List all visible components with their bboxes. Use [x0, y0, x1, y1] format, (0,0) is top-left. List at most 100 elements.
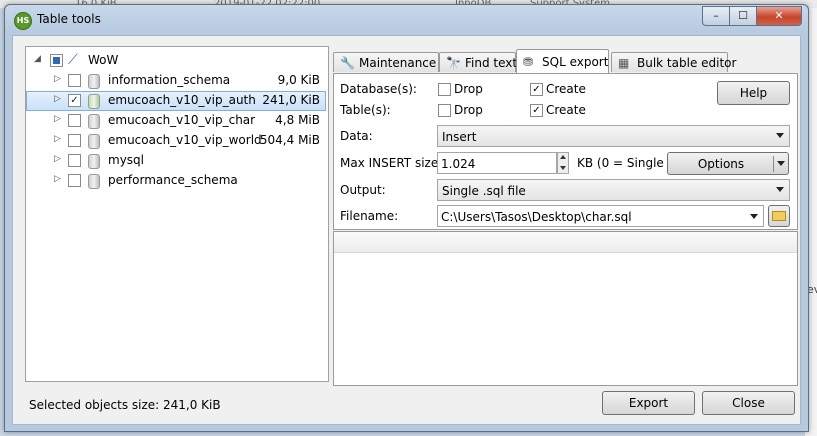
tree-item-label: emucoach_v10_vip_char [108, 113, 256, 127]
tree-root-wow[interactable]: ◢ ⟋ WoW [26, 51, 326, 71]
table-create-label[interactable]: Create [546, 103, 586, 117]
database-icon [88, 154, 100, 169]
close-button[interactable]: Close [702, 391, 795, 415]
tree-item-label: information_schema [108, 73, 231, 87]
collapsed-arrow-icon[interactable]: ▷ [54, 134, 61, 144]
tab-label: Maintenance [359, 56, 437, 70]
max-insert-unit: KB (0 = Single IN [577, 156, 667, 170]
tree-checkbox-checked[interactable]: ✓ [68, 94, 81, 107]
output-select-value: Single .sql file [442, 184, 526, 198]
table-drop-checkbox[interactable] [438, 104, 451, 117]
filename-value: C:\Users\Tasos\Desktop\char.sql [441, 210, 632, 224]
results-panel [333, 231, 798, 386]
export-button[interactable]: Export [602, 391, 695, 415]
sql-export-panel: Database(s): Drop ✓ Create Table(s): Dro… [333, 73, 798, 230]
tree-item-label: emucoach_v10_vip_world [108, 133, 262, 147]
help-button[interactable]: Help [717, 81, 790, 105]
title-bar[interactable]: HS Table tools – ☐ ✕ [5, 5, 808, 33]
tree-item-size: 4,8 MiB [275, 113, 320, 127]
database-create-label[interactable]: Create [546, 82, 586, 96]
tab-find-text[interactable]: 🔭 Find text [439, 52, 518, 72]
tree-item-size: 241,0 KiB [262, 93, 320, 107]
tab-label: Bulk table editor [637, 56, 737, 70]
tree-item-emucoach-world[interactable]: ▷ emucoach_v10_vip_world 504,4 MiB [26, 131, 326, 151]
spin-down-icon[interactable] [560, 166, 566, 170]
window-title: Table tools [37, 12, 101, 26]
tab-maintenance[interactable]: 🔧 Maintenance [333, 52, 439, 72]
browse-file-button[interactable] [768, 205, 790, 227]
spin-up-icon[interactable] [560, 155, 566, 159]
database-create-checkbox[interactable]: ✓ [530, 83, 543, 96]
options-button[interactable]: Options [667, 152, 789, 175]
sql-export-icon: ⛃ [523, 55, 534, 69]
tab-label: Find text [465, 56, 518, 70]
data-label: Data: [340, 129, 373, 143]
server-icon: ⟋ [68, 52, 78, 68]
tree-item-label: performance_schema [108, 173, 238, 187]
collapsed-arrow-icon[interactable]: ▷ [54, 174, 61, 184]
tree-item-size: 504,4 MiB [259, 133, 320, 147]
tree-checkbox[interactable] [68, 134, 81, 147]
tree-item-performance-schema[interactable]: ▷ performance_schema [26, 171, 326, 191]
table-tools-dialog: HS Table tools – ☐ ✕ ◢ ⟋ WoW ▷ informati… [4, 4, 809, 432]
table-grid-icon: ▦ [618, 56, 630, 70]
database-icon [88, 74, 100, 89]
heidisql-app-icon: HS [14, 12, 32, 30]
chevron-down-icon [776, 187, 784, 192]
databases-label: Database(s): [340, 82, 417, 96]
chevron-down-icon [776, 133, 784, 138]
minimize-button[interactable]: – [702, 6, 729, 26]
collapsed-arrow-icon[interactable]: ▷ [54, 114, 61, 124]
chevron-down-icon[interactable] [777, 161, 785, 166]
tree-item-label: mysql [108, 153, 144, 167]
database-icon [88, 174, 100, 189]
tree-item-mysql[interactable]: ▷ mysql [26, 151, 326, 171]
max-insert-input[interactable]: 1.024 [437, 152, 557, 174]
options-label: Options [697, 157, 745, 171]
caption-buttons: – ☐ ✕ [702, 6, 802, 26]
tree-checkbox[interactable] [50, 54, 63, 67]
database-icon [88, 114, 100, 129]
database-tree[interactable]: ◢ ⟋ WoW ▷ information_schema 9,0 KiB ▷ ✓… [25, 46, 329, 382]
folder-icon [772, 211, 786, 221]
tree-item-information-schema[interactable]: ▷ information_schema 9,0 KiB [26, 71, 326, 91]
tree-checkbox[interactable] [68, 154, 81, 167]
chevron-down-icon[interactable] [750, 214, 758, 219]
tree-item-emucoach-auth[interactable]: ▷ ✓ emucoach_v10_vip_auth 241,0 KiB [26, 91, 326, 111]
data-select-value: Insert [442, 130, 477, 144]
filename-label: Filename: [340, 209, 399, 223]
filename-input[interactable]: C:\Users\Tasos\Desktop\char.sql [437, 205, 764, 227]
output-label: Output: [340, 183, 386, 197]
tree-item-size: 9,0 KiB [277, 73, 320, 87]
collapsed-arrow-icon[interactable]: ▷ [54, 154, 61, 164]
max-insert-spinner[interactable] [557, 152, 569, 174]
wrench-icon: 🔧 [340, 56, 355, 70]
max-insert-value: 1.024 [441, 157, 476, 171]
table-create-checkbox[interactable]: ✓ [530, 104, 543, 117]
tree-item-label: emucoach_v10_vip_auth [108, 93, 256, 107]
collapsed-arrow-icon[interactable]: ▷ [54, 74, 61, 84]
tab-bulk-table-editor[interactable]: ▦ Bulk table editor [611, 52, 736, 72]
output-select[interactable]: Single .sql file [437, 179, 790, 201]
tree-checkbox[interactable] [68, 174, 81, 187]
database-drop-checkbox[interactable] [438, 83, 451, 96]
maximize-button[interactable]: ☐ [729, 6, 756, 26]
table-drop-label[interactable]: Drop [454, 103, 483, 117]
close-window-button[interactable]: ✕ [756, 6, 802, 26]
tree-checkbox[interactable] [68, 74, 81, 87]
tables-label: Table(s): [340, 103, 391, 117]
split-divider [773, 156, 774, 172]
data-select[interactable]: Insert [437, 125, 790, 147]
dialog-client-area: ◢ ⟋ WoW ▷ information_schema 9,0 KiB ▷ ✓… [12, 35, 801, 425]
tree-checkbox[interactable] [68, 114, 81, 127]
tree-item-emucoach-char[interactable]: ▷ emucoach_v10_vip_char 4,8 MiB [26, 111, 326, 131]
database-icon [88, 134, 100, 149]
database-drop-label[interactable]: Drop [454, 82, 483, 96]
tree-root-label: WoW [88, 53, 119, 67]
max-insert-label: Max INSERT size: [340, 156, 443, 170]
collapsed-arrow-icon[interactable]: ▷ [54, 94, 61, 104]
expanded-arrow-icon[interactable]: ◢ [34, 54, 41, 64]
tab-sql-export[interactable]: ⛃ SQL export [516, 49, 609, 73]
tab-label: SQL export [542, 55, 609, 69]
database-icon [88, 94, 100, 109]
